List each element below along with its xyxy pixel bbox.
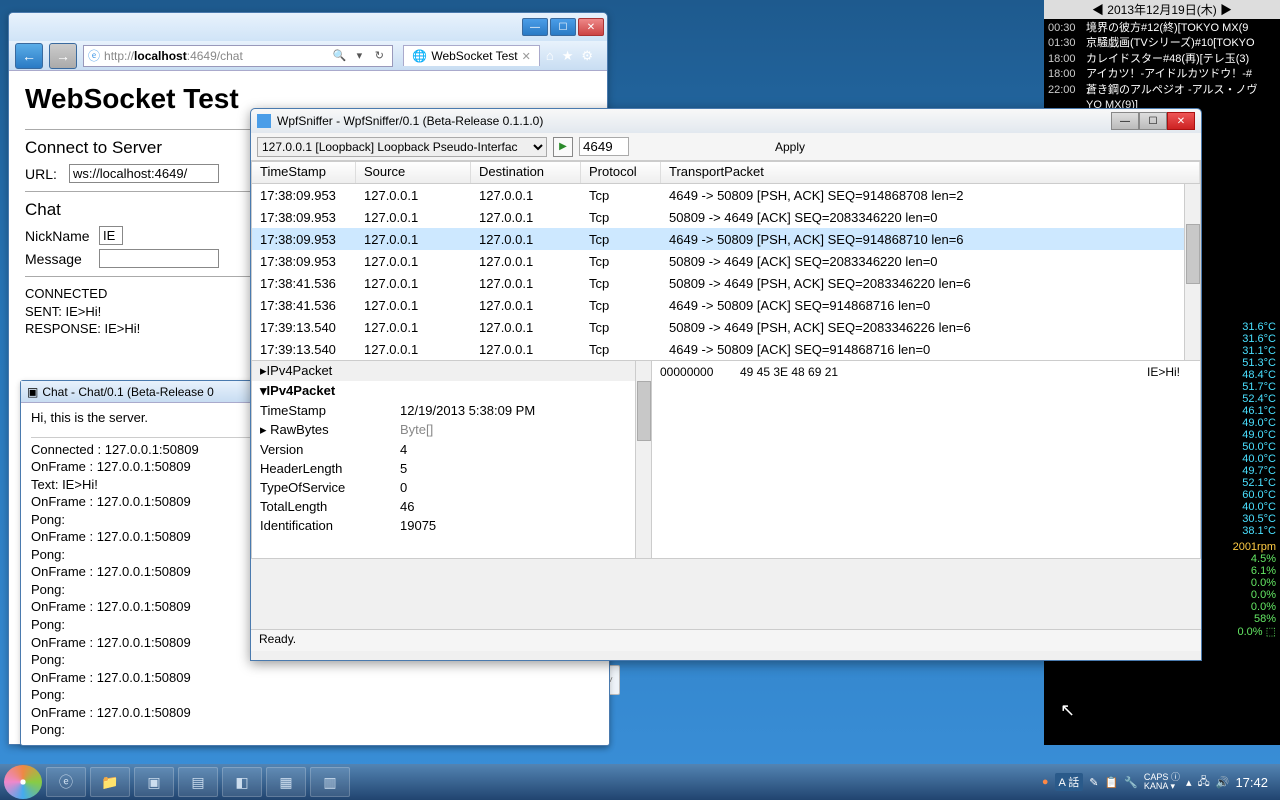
packet-row[interactable]: 17:38:09.953127.0.0.1127.0.0.1Tcp4649 ->…: [252, 228, 1200, 250]
tray-icon[interactable]: ●: [1042, 776, 1049, 788]
schedule-item: 01:30京騒戯画(TVシリーズ)#10[TOKYO: [1048, 36, 1276, 51]
taskbar-app-icon[interactable]: ▣: [134, 767, 174, 797]
page-icon: 🌐: [412, 49, 427, 63]
close-button[interactable]: ✕: [1167, 112, 1195, 130]
status-bar: Ready.: [251, 629, 1201, 651]
back-button[interactable]: ←: [15, 43, 43, 69]
packet-properties[interactable]: ▸ IPv4Packet ▾ IPv4Packet TimeStamp12/19…: [252, 361, 652, 558]
taskbar-app-icon[interactable]: ▥: [310, 767, 350, 797]
detail-scrollbar[interactable]: [635, 361, 651, 558]
schedule-item: 18:00カレイドスター#48(再)[テレ玉(3): [1048, 52, 1276, 67]
taskbar-ie-icon[interactable]: ⓔ: [46, 767, 86, 797]
maximize-button[interactable]: ☐: [1139, 112, 1167, 130]
grid-header: TimeStamp Source Destination Protocol Tr…: [252, 162, 1200, 184]
refresh-icon[interactable]: ↻: [370, 47, 388, 65]
tab-title: WebSocket Test: [431, 49, 517, 63]
close-button[interactable]: ✕: [578, 18, 604, 36]
chat-log-line: Pong:: [31, 686, 599, 704]
property-row[interactable]: TypeOfService0: [252, 478, 651, 497]
close-tab-icon[interactable]: ✕: [522, 50, 531, 63]
browser-tab[interactable]: 🌐 WebSocket Test ✕: [403, 45, 539, 66]
nickname-label: NickName: [25, 228, 93, 244]
home-icon[interactable]: ⌂: [546, 48, 554, 64]
packet-row[interactable]: 17:38:09.953127.0.0.1127.0.0.1Tcp50809 -…: [252, 206, 1200, 228]
sniffer-toolbar: 127.0.0.1 [Loopback] Loopback Pseudo-Int…: [251, 133, 1201, 161]
schedule-item: 18:00アイカツ！-アイドルカツドウ！-#: [1048, 67, 1276, 82]
network-icon[interactable]: 🖧: [1197, 773, 1209, 792]
tray-icon[interactable]: 🔧: [1124, 776, 1138, 789]
maximize-button[interactable]: ☐: [550, 18, 576, 36]
minimize-button[interactable]: —: [522, 18, 548, 36]
message-label: Message: [25, 251, 93, 267]
address-bar[interactable]: ⓔ http:// localhost :4649 /chat 🔍 ▾ ↻: [83, 45, 393, 67]
scroll-thumb[interactable]: [1186, 224, 1200, 284]
tray-expand-icon[interactable]: ▴: [1186, 776, 1192, 789]
start-button[interactable]: [4, 765, 42, 799]
nickname-input[interactable]: [99, 226, 123, 245]
chat-log-line: OnFrame : 127.0.0.1:50809: [31, 669, 599, 687]
taskbar[interactable]: ⓔ 📁 ▣ ▤ ◧ ▦ ▥ ● A 話 ✎ 📋 🔧 CAPS ⓘKANA ▾ ▴…: [0, 764, 1280, 800]
property-row[interactable]: Version4: [252, 440, 651, 459]
hex-view: 00000000 49 45 3E 48 69 21 IE>Hi!: [652, 361, 1200, 558]
interface-select[interactable]: 127.0.0.1 [Loopback] Loopback Pseudo-Int…: [257, 137, 547, 157]
chat-icon: ▣: [27, 385, 38, 399]
packet-row[interactable]: 17:38:41.536127.0.0.1127.0.0.1Tcp4649 ->…: [252, 294, 1200, 316]
url-input[interactable]: [69, 164, 219, 183]
packet-row[interactable]: 17:38:41.536127.0.0.1127.0.0.1Tcp50809 -…: [252, 272, 1200, 294]
dropdown-icon[interactable]: ▾: [350, 47, 368, 65]
packet-row[interactable]: 17:38:09.953127.0.0.1127.0.0.1Tcp4649 ->…: [252, 184, 1200, 206]
taskbar-app-icon[interactable]: ▦: [266, 767, 306, 797]
search-icon[interactable]: 🔍: [330, 47, 348, 65]
ie-titlebar[interactable]: — ☐ ✕: [9, 13, 607, 41]
vertical-scrollbar[interactable]: [1184, 184, 1200, 360]
packet-row[interactable]: 17:39:13.540127.0.0.1127.0.0.1Tcp50809 -…: [252, 316, 1200, 338]
schedule-item: 22:00蒼き鋼のアルペジオ -アルス・ノヴ: [1048, 83, 1276, 98]
ime-indicator[interactable]: A 話: [1055, 773, 1084, 791]
message-input[interactable]: [99, 249, 219, 268]
property-row[interactable]: TotalLength46: [252, 497, 651, 516]
apply-button[interactable]: Apply: [775, 140, 805, 154]
taskbar-app-icon[interactable]: ▤: [178, 767, 218, 797]
schedule-item: 00:30境界の彼方#12(終)[TOKYO MX(9: [1048, 21, 1276, 36]
system-tray[interactable]: ● A 話 ✎ 📋 🔧 CAPS ⓘKANA ▾ ▴ 🖧 🔊 17:42: [1042, 773, 1276, 792]
tray-icon[interactable]: ✎: [1089, 776, 1098, 789]
packet-row[interactable]: 17:39:13.540127.0.0.1127.0.0.1Tcp4649 ->…: [252, 338, 1200, 360]
packet-row[interactable]: 17:38:09.953127.0.0.1127.0.0.1Tcp50809 -…: [252, 250, 1200, 272]
sniffer-titlebar[interactable]: WpfSniffer - WpfSniffer/0.1 (Beta-Releas…: [251, 109, 1201, 133]
caps-kana-indicator: CAPS ⓘKANA ▾: [1144, 773, 1180, 791]
volume-icon[interactable]: 🔊: [1216, 776, 1230, 789]
start-capture-button[interactable]: ▶: [553, 137, 573, 157]
port-input[interactable]: [579, 137, 629, 156]
ie-nav-toolbar: ← → ⓔ http:// localhost :4649 /chat 🔍 ▾ …: [9, 41, 607, 71]
app-icon: [257, 114, 271, 128]
chat-log-line: OnFrame : 127.0.0.1:50809: [31, 704, 599, 722]
clock[interactable]: 17:42: [1235, 775, 1268, 790]
url-label: URL:: [25, 166, 63, 182]
minimize-button[interactable]: —: [1111, 112, 1139, 130]
forward-button[interactable]: →: [49, 43, 77, 69]
gadget-date[interactable]: ◀ 2013年12月19日(木) ▶: [1044, 0, 1280, 19]
property-row[interactable]: TimeStamp12/19/2013 5:38:09 PM: [252, 401, 651, 420]
settings-icon[interactable]: ⚙: [581, 48, 593, 64]
favorites-icon[interactable]: ★: [562, 48, 574, 64]
chat-log-line: Pong:: [31, 721, 599, 739]
property-row[interactable]: HeaderLength5: [252, 459, 651, 478]
property-row[interactable]: Identification19075: [252, 516, 651, 535]
detail-pane: ▸ IPv4Packet ▾ IPv4Packet TimeStamp12/19…: [251, 361, 1201, 559]
ie-logo-icon: ⓔ: [88, 47, 100, 64]
sniffer-window: WpfSniffer - WpfSniffer/0.1 (Beta-Releas…: [250, 108, 1202, 661]
property-row[interactable]: ▸ RawBytesByte[]: [252, 420, 651, 440]
taskbar-app-icon[interactable]: ◧: [222, 767, 262, 797]
packet-grid[interactable]: TimeStamp Source Destination Protocol Tr…: [251, 161, 1201, 361]
tray-icon[interactable]: 📋: [1105, 776, 1119, 789]
taskbar-explorer-icon[interactable]: 📁: [90, 767, 130, 797]
